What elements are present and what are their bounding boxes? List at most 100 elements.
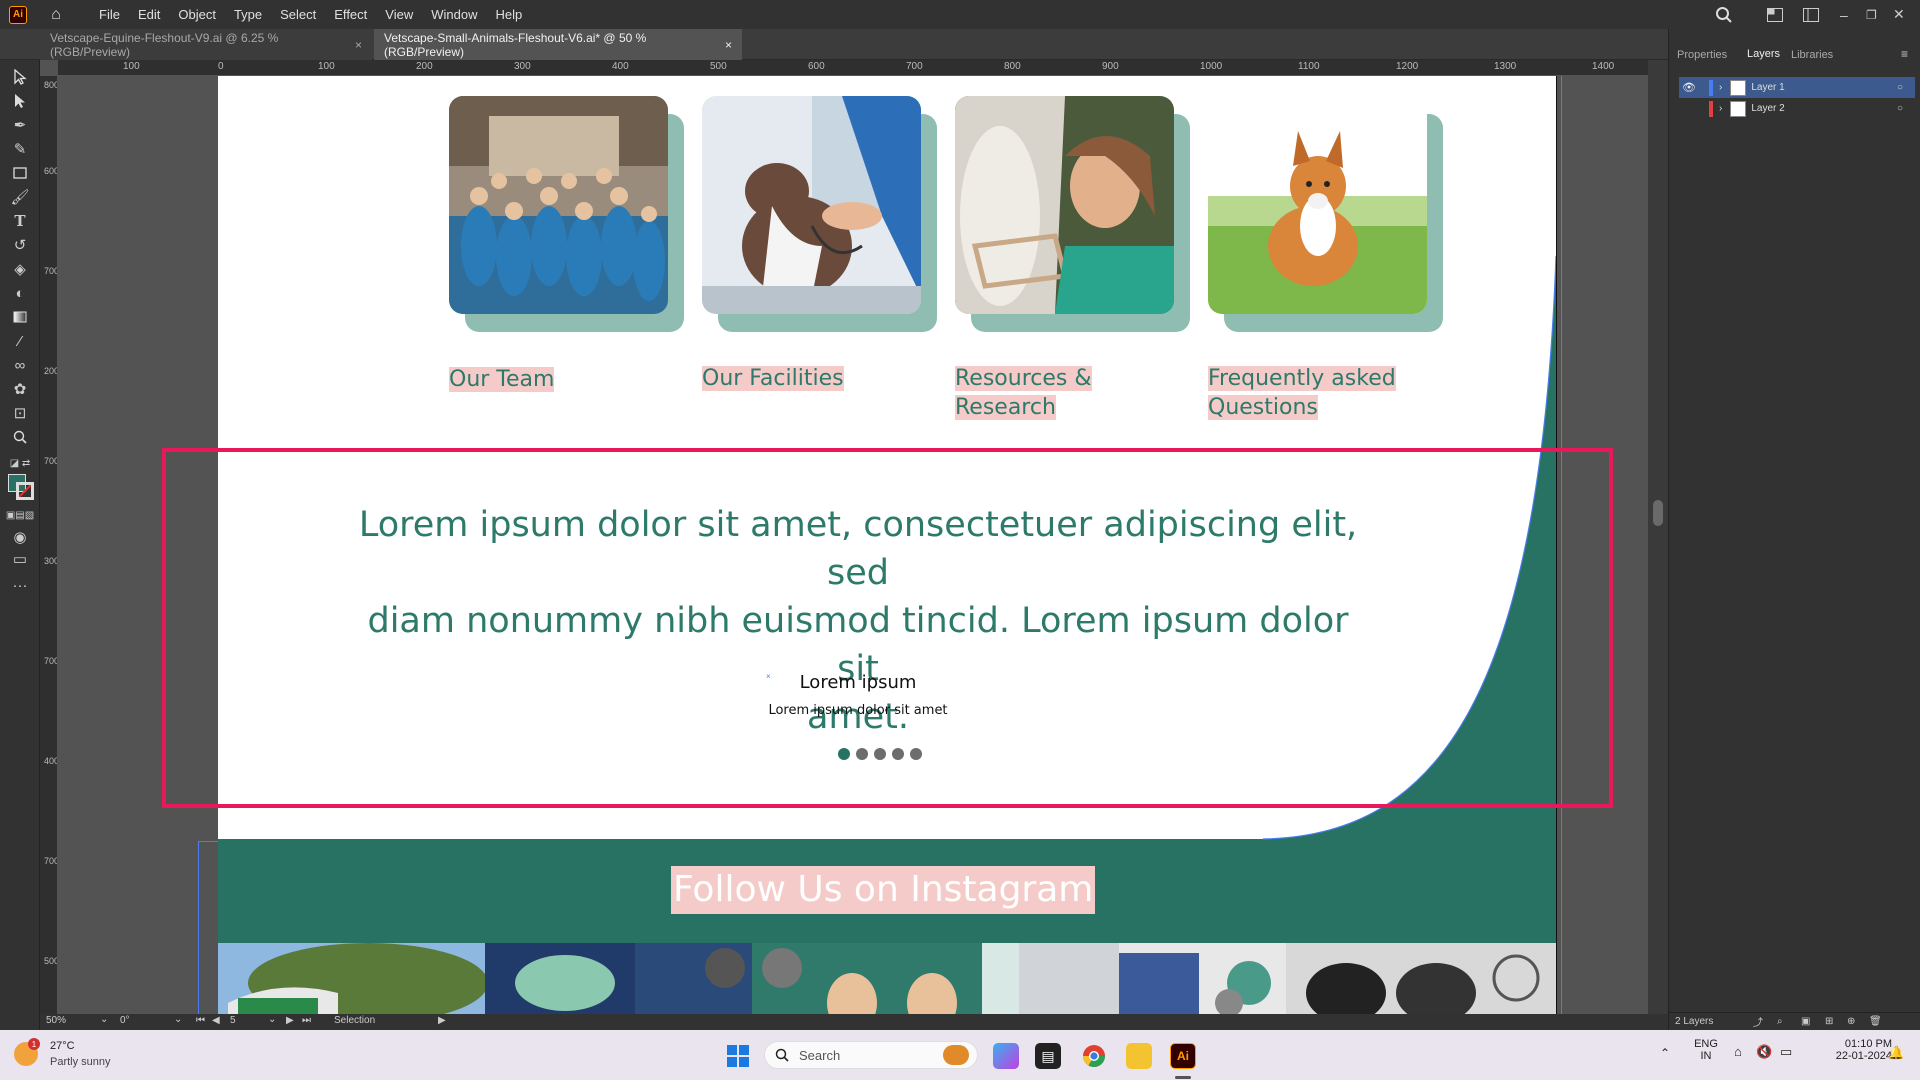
card-resources-research[interactable]	[955, 96, 1190, 332]
card-label-our-team[interactable]: Our Team	[449, 365, 555, 394]
tab-equine-doc[interactable]: Vetscape-Equine-Fleshout-V9.ai @ 6.25 % …	[40, 29, 372, 60]
status-menu-icon[interactable]: ▶	[438, 1015, 446, 1026]
rotate-tool-icon[interactable]: ↺	[8, 234, 32, 256]
more-tools-icon[interactable]: ···	[8, 574, 32, 596]
card-label-our-facilities[interactable]: Our Facilities	[702, 364, 844, 393]
card-faq[interactable]	[1208, 96, 1443, 332]
menu-effect[interactable]: Effect	[334, 7, 367, 22]
panel-menu-icon[interactable]: ≡	[1901, 47, 1908, 61]
pen-tool-icon[interactable]: ✒	[8, 114, 32, 136]
windows-start-icon[interactable]	[725, 1043, 751, 1069]
layer-row-2[interactable]: › Layer 2 ○	[1679, 98, 1915, 119]
menu-object[interactable]: Object	[178, 7, 216, 22]
notification-bell-icon[interactable]: 🔔	[1888, 1045, 1904, 1061]
layer-name[interactable]: Layer 1	[1751, 82, 1784, 93]
paintbrush-tool-icon[interactable]: 🖌	[8, 186, 32, 208]
curvature-tool-icon[interactable]: ✎	[8, 138, 32, 160]
screen-mode-icon[interactable]: ▭	[8, 548, 32, 570]
eye-icon[interactable]: 👁	[1679, 81, 1699, 94]
chevron-up-icon[interactable]: ⌃	[1660, 1046, 1670, 1060]
rotation-value[interactable]: 0°	[120, 1015, 130, 1026]
vertical-scrollbar[interactable]	[1648, 60, 1668, 1014]
clipping-mask-icon[interactable]: ▣	[1801, 1016, 1810, 1027]
blend-tool-icon[interactable]: ∞	[8, 354, 32, 376]
delete-layer-icon[interactable]: 🗑	[1869, 1016, 1882, 1027]
menu-file[interactable]: File	[99, 7, 120, 22]
chevron-right-icon[interactable]: ›	[1719, 103, 1722, 114]
scroll-thumb[interactable]	[1653, 500, 1663, 526]
language-indicator[interactable]: ENG IN	[1694, 1038, 1718, 1062]
first-artboard-icon[interactable]: ⏮	[196, 1015, 205, 1026]
workspace-switcher-icon[interactable]	[1803, 0, 1819, 29]
wifi-icon[interactable]: ⌂	[1734, 1044, 1742, 1059]
target-circle-icon[interactable]: ○	[1897, 82, 1903, 93]
volume-muted-icon[interactable]: 🔇	[1756, 1044, 1772, 1060]
tab-properties[interactable]: Properties	[1677, 29, 1727, 81]
tab-small-animals-doc[interactable]: Vetscape-Small-Animals-Fleshout-V6.ai* @…	[374, 29, 742, 60]
card-label-faq[interactable]: Frequently asked Questions	[1208, 364, 1396, 422]
arrange-documents-icon[interactable]	[1767, 0, 1783, 29]
menu-view[interactable]: View	[385, 7, 413, 22]
instagram-title[interactable]: Follow Us on Instagram	[671, 866, 1096, 914]
previous-artboard-icon[interactable]: ◀	[212, 1015, 220, 1026]
battery-icon[interactable]: ▭	[1780, 1044, 1792, 1060]
menu-window[interactable]: Window	[431, 7, 477, 22]
close-icon[interactable]: ×	[725, 38, 732, 52]
menu-help[interactable]: Help	[495, 7, 522, 22]
chevron-down-icon[interactable]: ⌄	[100, 1014, 108, 1025]
eraser-tool-icon[interactable]: ◈	[8, 258, 32, 280]
export-icon[interactable]: ⤴	[1753, 1014, 1763, 1029]
rectangle-tool-icon[interactable]	[8, 162, 32, 184]
next-artboard-icon[interactable]: ▶	[286, 1015, 294, 1026]
taskbar-search[interactable]: Search	[764, 1041, 978, 1069]
artboard-tool-icon[interactable]: ⊡	[8, 402, 32, 424]
clock[interactable]: 01:10 PM 22-01-2024	[1818, 1038, 1892, 1062]
color-mode-icon[interactable]: ▣▤▧	[6, 504, 34, 526]
task-view-icon[interactable]: ▤	[1035, 1043, 1061, 1069]
app-logo[interactable]: Ai	[9, 5, 27, 24]
restore-icon[interactable]: ❐	[1866, 0, 1877, 29]
zoom-tool-icon[interactable]	[8, 426, 32, 448]
draw-mode-icon[interactable]: ◉	[8, 526, 32, 548]
copilot-icon[interactable]	[993, 1043, 1019, 1069]
card-label-resources-research[interactable]: Resources & Research	[955, 364, 1092, 422]
new-sublayer-icon[interactable]: ⊞	[1825, 1016, 1833, 1027]
search-icon[interactable]	[1715, 0, 1733, 29]
layer-name[interactable]: Layer 2	[1751, 103, 1784, 114]
chrome-icon[interactable]	[1081, 1043, 1107, 1069]
layer-row-1[interactable]: 👁 › Layer 1 ○	[1679, 77, 1915, 98]
eyedropper-tool-icon[interactable]: ⁄	[8, 330, 32, 352]
chevron-right-icon[interactable]: ›	[1719, 82, 1722, 93]
file-explorer-icon[interactable]	[1126, 1043, 1152, 1069]
menu-edit[interactable]: Edit	[138, 7, 160, 22]
zoom-level[interactable]: 50%	[46, 1015, 66, 1026]
weather-desc[interactable]: Partly sunny	[50, 1056, 111, 1068]
shape-builder-tool-icon[interactable]: ◐	[8, 282, 32, 304]
chevron-down-icon[interactable]: ⌄	[174, 1014, 182, 1025]
type-tool-icon[interactable]: T	[8, 210, 32, 232]
weather-temp[interactable]: 27°C	[50, 1040, 75, 1052]
home-icon[interactable]: ⌂	[47, 6, 65, 24]
target-circle-icon[interactable]: ○	[1897, 103, 1903, 114]
selection-tool-icon[interactable]	[8, 66, 32, 88]
artboard-number[interactable]: 5	[230, 1015, 236, 1026]
tab-libraries[interactable]: Libraries	[1791, 29, 1833, 81]
card-our-team[interactable]	[449, 96, 684, 332]
close-icon[interactable]: ×	[355, 38, 362, 52]
locate-object-icon[interactable]: ⌕	[1777, 1016, 1783, 1027]
last-artboard-icon[interactable]: ⏭	[302, 1015, 311, 1026]
card-our-facilities[interactable]	[702, 96, 937, 332]
chevron-down-icon[interactable]: ⌄	[268, 1014, 276, 1025]
new-layer-icon[interactable]: ⊕	[1847, 1016, 1855, 1027]
symbol-sprayer-tool-icon[interactable]: ✿	[8, 378, 32, 400]
canvas[interactable]: Our Team Our Facilities Resources & Rese…	[58, 76, 1648, 1014]
gradient-tool-icon[interactable]	[8, 306, 32, 328]
close-window-icon[interactable]: ✕	[1893, 0, 1905, 29]
illustrator-icon[interactable]: Ai	[1170, 1043, 1196, 1069]
minimize-icon[interactable]: –	[1840, 0, 1848, 29]
direct-selection-tool-icon[interactable]	[8, 90, 32, 112]
tab-layers[interactable]: Layers	[1747, 29, 1781, 81]
menu-type[interactable]: Type	[234, 7, 262, 22]
default-colors-icon[interactable]: ◪ ⇄	[8, 452, 32, 474]
stroke-color-swatch[interactable]	[16, 482, 34, 500]
